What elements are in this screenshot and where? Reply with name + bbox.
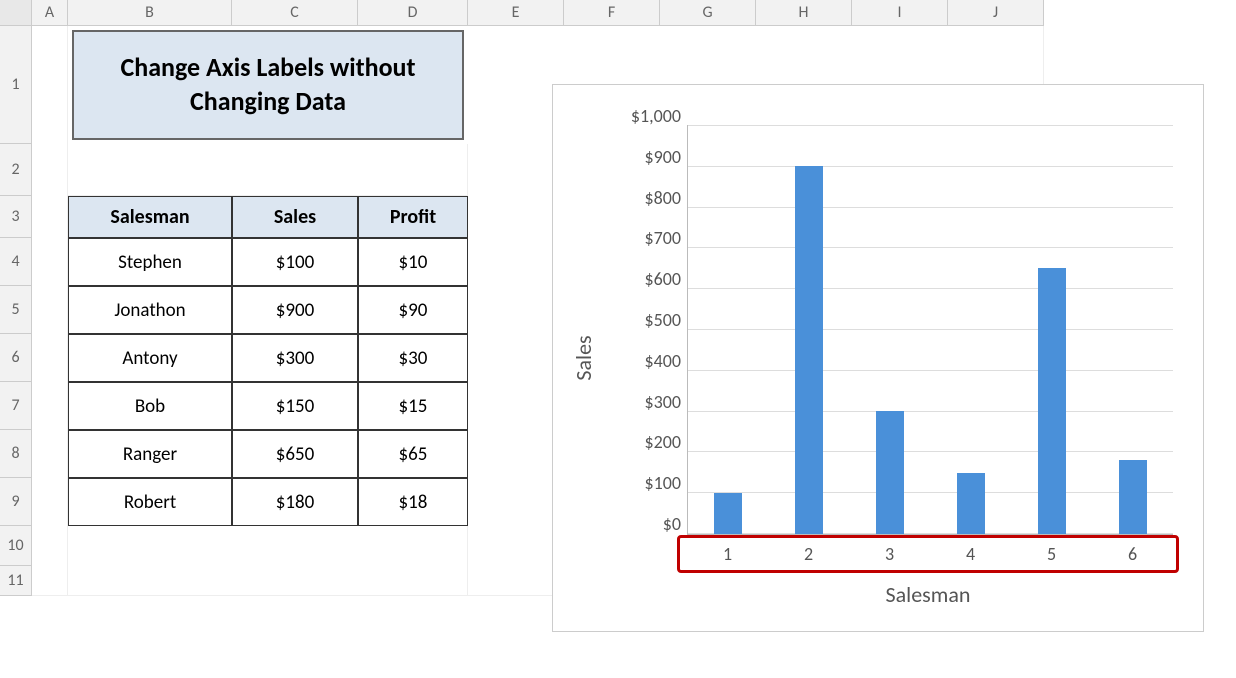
- table-cell[interactable]: $650: [232, 430, 358, 478]
- table-cell[interactable]: $65: [358, 430, 468, 478]
- x-axis-title: Salesman: [683, 581, 1173, 608]
- chart-bar: [1038, 268, 1066, 534]
- table-cell[interactable]: $90: [358, 286, 468, 334]
- row-header-3[interactable]: 3: [0, 196, 32, 238]
- chart-bar: [876, 411, 904, 534]
- row-header-5[interactable]: 5: [0, 286, 32, 334]
- chart-bar: [957, 473, 985, 534]
- table-cell[interactable]: $150: [232, 382, 358, 430]
- col-header-A[interactable]: A: [32, 0, 68, 26]
- row-header-9[interactable]: 9: [0, 478, 32, 526]
- table-cell[interactable]: $10: [358, 238, 468, 286]
- select-all-corner[interactable]: [0, 0, 32, 26]
- plot-area: [687, 125, 1173, 535]
- x-axis-ticks: 1 2 3 4 5 6: [687, 543, 1173, 565]
- table-cell[interactable]: $100: [232, 238, 358, 286]
- chart-bar: [795, 166, 823, 534]
- row-header-4[interactable]: 4: [0, 238, 32, 286]
- row-header-8[interactable]: 8: [0, 430, 32, 478]
- table-header-salesman[interactable]: Salesman: [68, 196, 232, 238]
- col-header-I[interactable]: I: [852, 0, 948, 26]
- col-header-B[interactable]: B: [68, 0, 232, 26]
- col-header-F[interactable]: F: [564, 0, 660, 26]
- table-cell[interactable]: Antony: [68, 334, 232, 382]
- table-header-profit[interactable]: Profit: [358, 196, 468, 238]
- embedded-chart[interactable]: Sales $1,000 $900 $800 $700 $600 $500 $4…: [552, 84, 1204, 632]
- title-merged-cell[interactable]: Change Axis Labels without Changing Data: [72, 30, 464, 140]
- col-header-J[interactable]: J: [948, 0, 1044, 26]
- row-header-11[interactable]: 11: [0, 566, 32, 596]
- table-cell[interactable]: $180: [232, 478, 358, 526]
- col-header-E[interactable]: E: [468, 0, 564, 26]
- row-header-10[interactable]: 10: [0, 526, 32, 566]
- table-cell[interactable]: Bob: [68, 382, 232, 430]
- col-header-D[interactable]: D: [358, 0, 468, 26]
- row-header-7[interactable]: 7: [0, 382, 32, 430]
- table-cell[interactable]: $15: [358, 382, 468, 430]
- spreadsheet-grid[interactable]: A B C D E F G H I J 1 2 3 4 5 6 7 8 9 10…: [0, 0, 1236, 678]
- y-axis-ticks: $1,000 $900 $800 $700 $600 $500 $400 $30…: [615, 105, 681, 535]
- table-header-sales[interactable]: Sales: [232, 196, 358, 238]
- col-header-H[interactable]: H: [756, 0, 852, 26]
- chart-bar: [714, 493, 742, 534]
- table-cell[interactable]: $18: [358, 478, 468, 526]
- table-cell[interactable]: $300: [232, 334, 358, 382]
- table-cell[interactable]: Stephen: [68, 238, 232, 286]
- row-header-1[interactable]: 1: [0, 26, 32, 144]
- table-cell[interactable]: Jonathon: [68, 286, 232, 334]
- table-cell[interactable]: $30: [358, 334, 468, 382]
- col-header-C[interactable]: C: [232, 0, 358, 26]
- row-header-2[interactable]: 2: [0, 144, 32, 196]
- table-cell[interactable]: Robert: [68, 478, 232, 526]
- y-axis-title: Sales: [570, 335, 597, 380]
- table-cell[interactable]: $900: [232, 286, 358, 334]
- table-cell[interactable]: Ranger: [68, 430, 232, 478]
- row-header-6[interactable]: 6: [0, 334, 32, 382]
- col-header-G[interactable]: G: [660, 0, 756, 26]
- chart-bar: [1119, 460, 1147, 534]
